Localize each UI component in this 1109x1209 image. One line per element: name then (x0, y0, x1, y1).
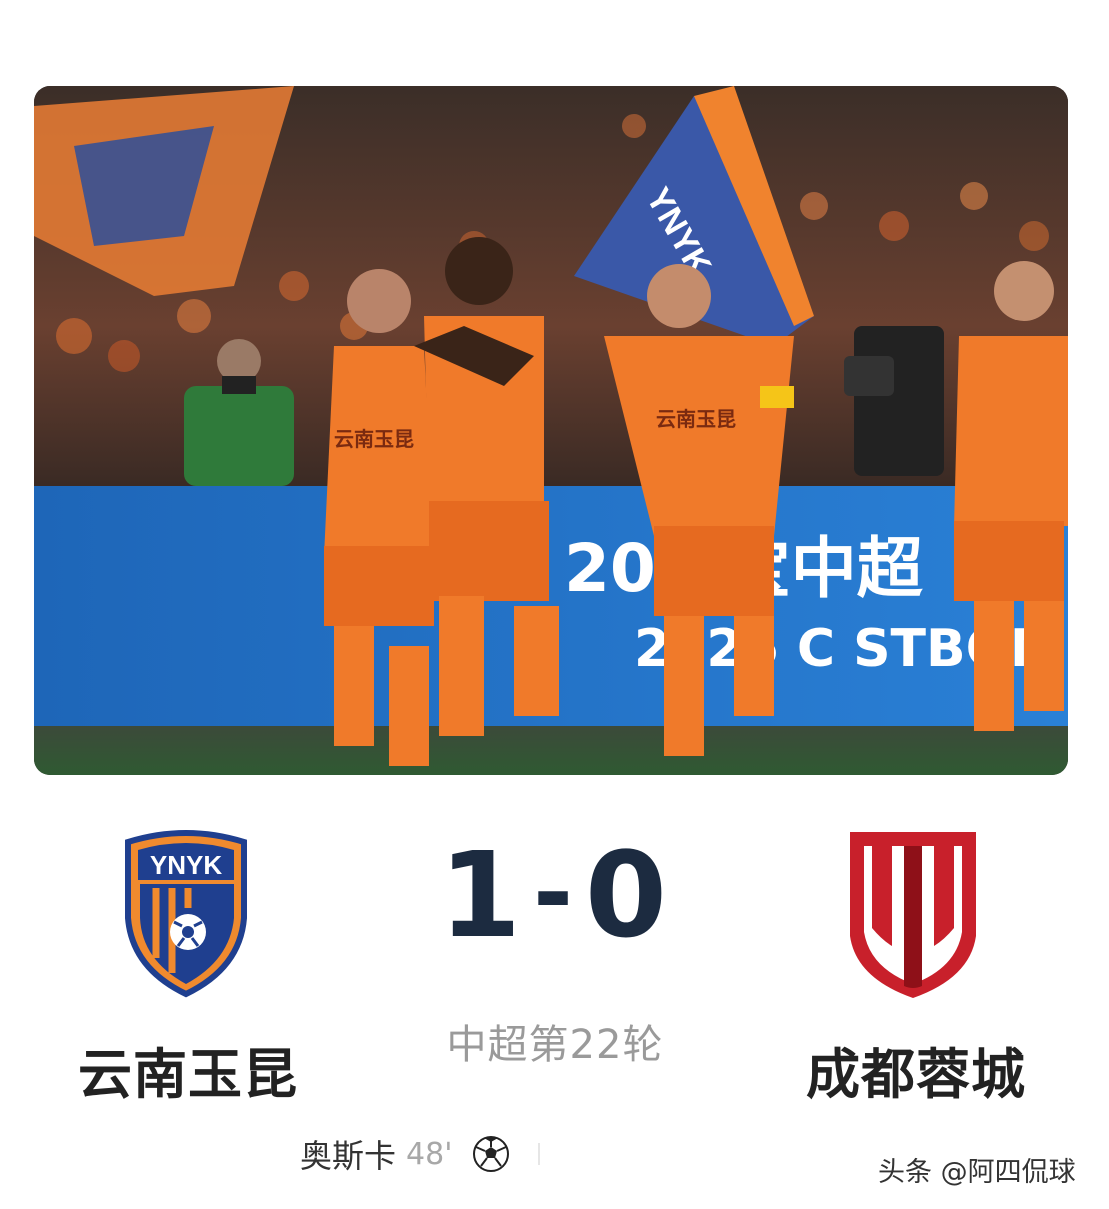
shirt-text: 云南玉昆 (334, 427, 414, 451)
shirt-text-2: 云南玉昆 (656, 407, 736, 431)
away-team-logo[interactable] (846, 828, 980, 1000)
home-team-logo[interactable]: YNYK (122, 828, 250, 998)
away-score: 0 (584, 826, 672, 964)
away-team-name[interactable]: 成都蓉城 (766, 1030, 1066, 1109)
soccer-ball-icon (473, 1136, 510, 1172)
match-card: YNYK 202 宝中超 2026 C STBON C 云南玉昆 云南玉昆 YN… (0, 0, 1109, 1209)
score-separator: - (533, 837, 577, 949)
goal-scorer: 奥斯卡 (300, 1137, 397, 1175)
home-score: 1 (438, 826, 526, 964)
match-photo[interactable]: YNYK 202 宝中超 2026 C STBON C 云南玉昆 云南玉昆 (34, 86, 1068, 775)
home-team-name[interactable]: 云南玉昆 (38, 1030, 338, 1109)
match-round: 中超第22轮 (446, 1022, 664, 1068)
scoreline: 1-0 (400, 820, 710, 978)
home-logo-text: YNYK (150, 850, 222, 880)
goal-minute: 48' (406, 1136, 453, 1172)
watermark: 头条 @阿四侃球 (878, 1157, 1076, 1188)
divider (538, 1143, 541, 1165)
goal-event: 奥斯卡 48' (300, 1132, 541, 1176)
